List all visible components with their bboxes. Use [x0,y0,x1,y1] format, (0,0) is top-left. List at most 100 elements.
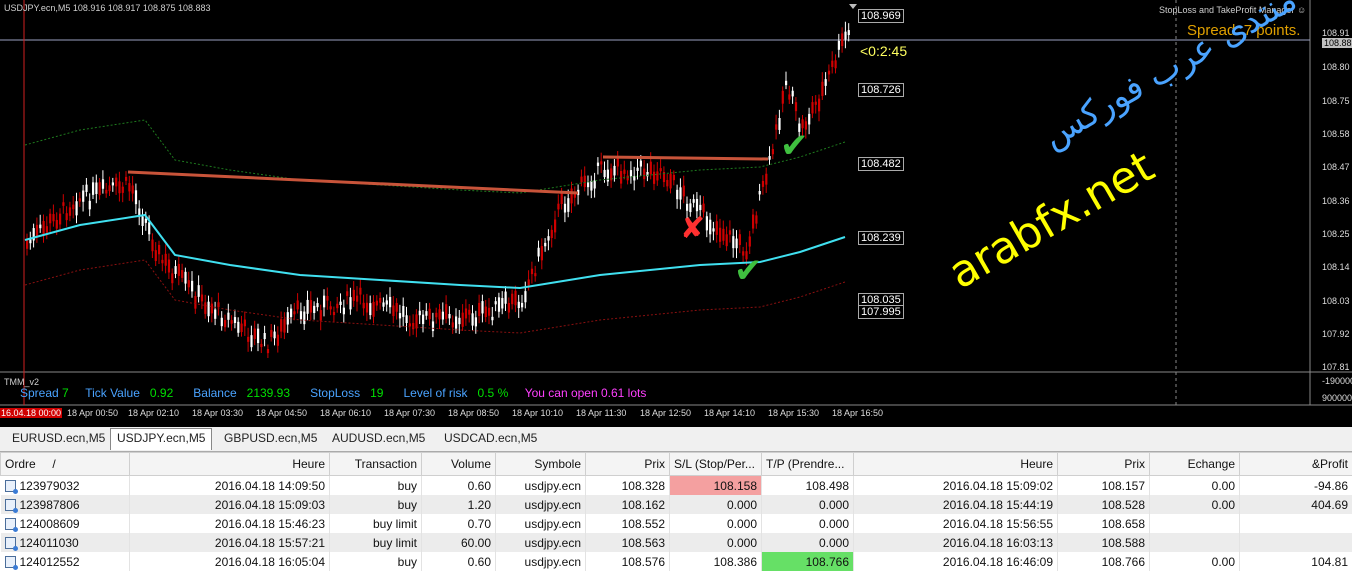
candle-body [623,169,626,174]
candle-body [461,312,464,327]
candle-body [365,302,369,313]
price-level-box[interactable]: 108.239 [858,231,904,245]
candle-body [210,303,213,314]
tab-eurusd[interactable]: EURUSD.ecn,M5 [6,429,111,447]
candle-body [834,60,837,69]
candle-body [177,263,180,276]
candle-body [517,301,520,309]
table-row[interactable]: 124008609 2016.04.18 15:46:23 buy limit … [0,514,1352,533]
bar-countdown: <0:2:45 [860,43,908,59]
tab-gbpusd[interactable]: GBPUSD.ecn,M5 [218,429,323,447]
candle-body [158,244,161,255]
candle-body [715,221,718,235]
price-level-box[interactable]: 107.995 [858,305,904,319]
tab-usdcad[interactable]: USDCAD.ecn,M5 [438,429,543,447]
table-row[interactable]: 123987806 2016.04.18 15:09:03 buy 1.20 u… [0,495,1352,514]
candle-body [491,316,494,321]
candle-body [448,313,451,319]
tp-cell: 108.766 [761,552,854,571]
candle-body [154,250,157,262]
candle-body [580,176,583,183]
candle-body [313,305,316,314]
time-axis-label: 18 Apr 03:30 [192,408,244,418]
candle-body [92,182,95,195]
candle-body [626,175,629,181]
candle-body [250,335,253,348]
col-prix[interactable]: Prix [585,452,670,476]
candle-body [844,31,847,40]
col-heure[interactable]: Heure [129,452,330,476]
col-heure-close[interactable]: Heure [853,452,1058,476]
table-row[interactable]: 124012552 2016.04.18 16:05:04 buy 0.60 u… [0,552,1352,571]
candle-body [659,168,662,172]
order-icon [4,480,18,495]
time-axis-label: 18 Apr 10:10 [512,408,564,418]
tab-audusd[interactable]: AUDUSD.ecn,M5 [326,429,431,447]
candle-body [128,183,131,192]
candle-body [389,296,392,308]
candle-body [504,291,507,304]
time-axis-current: 16.04.18 00:00 [0,408,63,418]
candle-body [306,299,309,314]
order-icon [4,518,18,533]
candle-body [276,334,279,346]
price-axis-label: 108.80 [1322,62,1350,72]
table-row[interactable]: 123979032 2016.04.18 14:09:50 buy 0.60 u… [0,475,1352,495]
candle-body [494,301,497,305]
candle-body [587,181,590,188]
col-transaction[interactable]: Transaction [329,452,422,476]
col-ordre[interactable]: Ordre / [0,452,130,476]
col-echange[interactable]: Echange [1149,452,1240,476]
candle-body [382,302,385,307]
candle-body [570,188,573,204]
candle-body [220,317,223,327]
col-prix-close[interactable]: Prix [1057,452,1150,476]
table-row[interactable]: 124011030 2016.04.18 15:57:21 buy limit … [0,533,1352,552]
candle-body [478,302,481,316]
candle-body [352,289,355,301]
candle-body [768,156,771,160]
candle-body [263,333,266,340]
price-level-box[interactable]: 108.482 [858,157,904,171]
candle-body [237,321,240,333]
tab-usdjpy[interactable]: USDJPY.ecn,M5 [110,428,213,450]
price-chart[interactable]: ✘ ✔ ✔ USDJPY.ecn,M5 108.916 108.917 108.87… [0,0,1352,427]
risk-value: 0.5 % [477,386,509,400]
candle-body [501,298,504,309]
candle-body [191,280,194,292]
candle-body [639,160,642,167]
candle-body [309,300,312,313]
price-level-box[interactable]: 108.726 [858,83,904,97]
candle-body [336,303,339,309]
candle-body [167,259,171,273]
price-axis-label: 108.03 [1322,296,1350,306]
candle-body [151,239,154,252]
candle-body [785,80,788,86]
candle-body [653,171,656,184]
price-axis-label: 107.92 [1322,329,1350,339]
candle-body [672,174,675,181]
candle-body [395,302,398,312]
lower-band [24,259,846,334]
candle-body [735,238,738,249]
candle-body [709,219,712,235]
price-axis-label: 108.25 [1322,229,1350,239]
trendline [127,170,579,195]
candle-body [573,193,576,198]
candle-body [583,175,586,188]
col-volume[interactable]: Volume [421,452,496,476]
candle-body [679,187,682,200]
candle-body [72,204,75,210]
price-level-box[interactable]: 108.969 [858,9,904,23]
candle-body [686,203,689,211]
candle-body [125,176,128,181]
candle-body [590,181,593,191]
col-tp[interactable]: T/P (Prendre... [761,452,854,476]
col-profit[interactable]: &Profit [1239,452,1352,476]
col-symbole[interactable]: Symbole [495,452,586,476]
time-axis-label: 18 Apr 00:50 [67,408,119,418]
candle-body [217,302,220,307]
checkmark-icon: ✔ [780,126,809,166]
candle-body [233,317,237,323]
col-sl[interactable]: S/L (Stop/Per... [669,452,762,476]
